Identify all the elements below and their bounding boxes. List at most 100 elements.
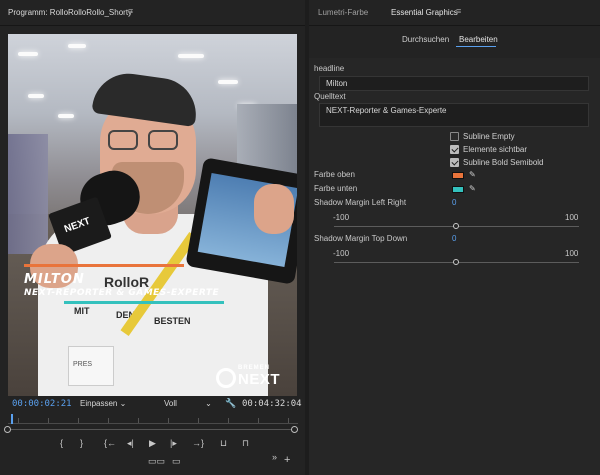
add-button[interactable]: + [284, 454, 290, 466]
elements-visible-label: Elemente sichtbar [463, 144, 528, 154]
step-back-button[interactable]: ◂| [127, 438, 134, 449]
extract-button[interactable]: ⊓ [242, 438, 249, 449]
brand-logo-icon [216, 368, 236, 388]
tab-essential-graphics[interactable]: Essential Graphics [391, 8, 458, 17]
zoom-handle-right[interactable] [291, 426, 298, 433]
glasses-lens [108, 130, 138, 150]
tab-edit[interactable]: Bearbeiten [459, 35, 498, 44]
playhead[interactable] [10, 414, 13, 424]
ceiling-light [18, 52, 38, 56]
resolution-select[interactable]: Voll ⌄ [164, 399, 212, 408]
active-subtab-indicator [456, 46, 496, 47]
shadow-td-min: -100 [333, 249, 350, 258]
chevron-down-icon: ⌄ [119, 399, 127, 408]
subline-bold-checkbox[interactable] [450, 157, 459, 167]
ruler-tick [48, 418, 49, 423]
eyedropper-icon[interactable]: ✎ [469, 170, 476, 179]
shadow-td-label: Shadow Margin Top Down [314, 234, 408, 243]
ceiling-light [218, 80, 238, 84]
brand-logo-big: NEXT [238, 371, 281, 388]
subline-bold-label: Subline Bold Semibold [463, 157, 544, 167]
lower-third-subline: NEXT-REPORTER & GAMES-EXPERTE [24, 288, 220, 298]
go-to-in-button[interactable]: {← [104, 438, 116, 448]
ceiling-light [58, 114, 74, 118]
tab-lumetri-color[interactable]: Lumetri-Farbe [318, 8, 368, 17]
shadow-lr-value[interactable]: 0 [452, 198, 456, 207]
quelltext-field[interactable]: NEXT-Reporter & Games-Experte [319, 103, 589, 127]
program-monitor-panel: Programm: RolloRolloRollo_Shorty ≡ Rollo… [0, 0, 305, 475]
press-badge: PRES [68, 346, 114, 386]
lower-third-headline: MILTON [24, 272, 85, 287]
headline-field[interactable]: Milton [319, 76, 589, 91]
hamburger-menu-icon[interactable]: ≡ [456, 6, 461, 16]
program-video-frame: RolloR MIT DEN BESTEN PRES NEXT MILTON N… [8, 34, 297, 396]
ruler-tick [138, 418, 139, 423]
shadow-td-max: 100 [565, 249, 579, 258]
headline-label: headline [314, 64, 345, 73]
ruler-tick [18, 418, 19, 423]
ceiling-light [68, 44, 86, 48]
safe-margins-button[interactable]: ▭ [172, 456, 181, 467]
eg-subtabs: Durchsuchen Bearbeiten [309, 32, 600, 48]
ruler-tick [258, 418, 259, 423]
timecode-row: 00:00:02:21 Einpassen ⌄ Voll ⌄ 🔧 00:04:3… [0, 398, 305, 412]
hamburger-menu-icon[interactable]: ≡ [128, 6, 133, 16]
elements-visible-checkbox-row[interactable]: Elemente sichtbar [450, 144, 527, 154]
transport-controls: { } {← ◂| ▶ |▸ →} ⊔ ⊓ [0, 438, 305, 452]
ruler-tick [288, 418, 289, 423]
shadow-lr-slider-thumb[interactable] [453, 223, 459, 229]
fit-label: Einpassen [80, 399, 118, 408]
glasses-lens [148, 130, 178, 150]
ceiling-light [28, 94, 44, 98]
time-ruler[interactable] [8, 414, 298, 424]
subline-empty-checkbox[interactable] [450, 131, 459, 141]
ruler-tick [198, 418, 199, 423]
bottom-color-swatch[interactable] [452, 186, 464, 193]
quelltext-label: Quelltext [314, 92, 346, 101]
subline-bold-checkbox-row[interactable]: Subline Bold Semibold [450, 157, 544, 167]
more-controls-icon[interactable]: » [272, 452, 277, 462]
shadow-td-slider-thumb[interactable] [453, 259, 459, 265]
ruler-tick [78, 418, 79, 423]
shadow-lr-label: Shadow Margin Left Right [314, 198, 407, 207]
top-color-swatch[interactable] [452, 172, 464, 179]
step-forward-button[interactable]: |▸ [170, 438, 177, 449]
program-tab-title[interactable]: Programm: RolloRolloRollo_Shorty [8, 8, 132, 17]
elements-visible-checkbox[interactable] [450, 144, 459, 154]
lower-third-top-bar [24, 264, 184, 267]
ruler-tick [108, 418, 109, 423]
zoom-handle-left[interactable] [4, 426, 11, 433]
ruler-tick [228, 418, 229, 423]
fit-select[interactable]: Einpassen ⌄ [80, 399, 126, 408]
zoom-scrollbar[interactable] [11, 429, 291, 430]
duration-timecode: 00:04:32:04 [242, 399, 302, 409]
eg-tab-bar: Lumetri-Farbe Essential Graphics ≡ [309, 0, 600, 26]
subline-empty-label: Subline Empty [463, 131, 515, 141]
subline-empty-checkbox-row[interactable]: Subline Empty [450, 131, 515, 141]
comparison-view-button[interactable]: ▭▭ [148, 456, 165, 467]
shadow-td-value[interactable]: 0 [452, 234, 456, 243]
shadow-lr-max: 100 [565, 213, 579, 222]
top-color-label: Farbe oben [314, 170, 355, 179]
lift-button[interactable]: ⊔ [220, 438, 227, 449]
shirt-text: BESTEN [154, 316, 191, 326]
mark-in-button[interactable]: { [60, 438, 63, 448]
ruler-tick [168, 418, 169, 423]
monitor-bottom-row: ▭▭ ▭ » + [0, 452, 305, 470]
resolution-label: Voll [164, 399, 177, 408]
badge-text: PRES [73, 361, 93, 368]
tab-browse[interactable]: Durchsuchen [402, 35, 449, 44]
play-button[interactable]: ▶ [149, 438, 156, 449]
shirt-text: MIT [74, 306, 90, 316]
mark-out-button[interactable]: } [80, 438, 83, 448]
ceiling-light [178, 54, 204, 58]
go-to-out-button[interactable]: →} [192, 438, 204, 448]
app-window: Programm: RolloRolloRollo_Shorty ≡ Rollo… [0, 0, 600, 475]
current-timecode[interactable]: 00:00:02:21 [12, 399, 72, 409]
lower-third-bottom-bar [64, 301, 224, 304]
wall-left [8, 134, 48, 254]
eyedropper-icon[interactable]: ✎ [469, 184, 476, 193]
essential-graphics-panel: Lumetri-Farbe Essential Graphics ≡ Durch… [309, 0, 600, 475]
wrench-icon[interactable]: 🔧 [225, 398, 236, 409]
bottom-color-label: Farbe unten [314, 184, 358, 193]
